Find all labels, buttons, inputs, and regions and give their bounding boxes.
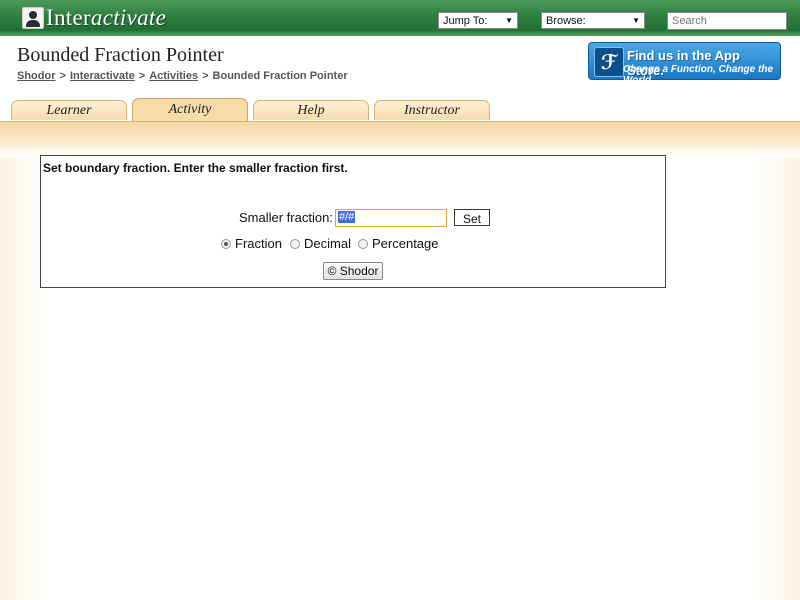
browse-select[interactable]: Browse: ▼ [541, 12, 645, 29]
radio-percentage-label: Percentage [372, 236, 439, 251]
content-header-band [0, 121, 800, 157]
app-store-banner[interactable]: ℱ Find us in the App Store. Change a Fun… [588, 42, 781, 86]
set-button[interactable]: Set [454, 209, 490, 226]
section-tabs: Learner Activity Help Instructor [0, 98, 800, 122]
top-navigation-bar: Interactivate Jump To: ▼ Browse: ▼ [0, 0, 800, 36]
applet-panel: Set boundary fraction. Enter the smaller… [40, 155, 666, 288]
top-bar-stripe [0, 31, 800, 36]
input-value: #/# [338, 211, 356, 223]
interactivate-logo[interactable]: Interactivate [22, 5, 166, 31]
shodor-copyright-button[interactable]: © Shodor [323, 262, 383, 280]
smaller-fraction-input[interactable]: #/# [335, 209, 447, 227]
tab-activity[interactable]: Activity [132, 98, 248, 122]
instruction-text: Set boundary fraction. Enter the smaller… [43, 161, 348, 175]
smaller-fraction-label: Smaller fraction: [239, 210, 333, 225]
radio-decimal-label: Decimal [304, 236, 351, 251]
search-input[interactable] [667, 12, 787, 30]
chevron-down-icon: ▼ [632, 16, 640, 25]
breadcrumb: Shodor > Interactivate > Activities > Bounded … [17, 70, 348, 82]
breadcrumb-separator: > [202, 70, 209, 82]
reader-book-icon [22, 7, 44, 29]
app-store-logo-icon: ℱ [594, 47, 624, 77]
chevron-down-icon: ▼ [505, 16, 513, 25]
breadcrumb-separator: > [59, 70, 66, 82]
tab-learner[interactable]: Learner [11, 100, 127, 120]
radio-button-icon [358, 238, 368, 249]
radio-fraction[interactable]: Fraction [221, 236, 282, 251]
tab-help[interactable]: Help [253, 100, 369, 120]
jump-to-select[interactable]: Jump To: ▼ [438, 12, 518, 29]
breadcrumb-link-activities[interactable]: Activities [149, 70, 198, 82]
radio-decimal[interactable]: Decimal [290, 236, 351, 251]
breadcrumb-link-shodor[interactable]: Shodor [17, 70, 56, 82]
radio-percentage[interactable]: Percentage [358, 236, 439, 251]
browse-label: Browse: [546, 14, 586, 27]
breadcrumb-current: Bounded Fraction Pointer [212, 70, 348, 82]
page-title: Bounded Fraction Pointer [17, 44, 224, 66]
radio-button-icon [290, 238, 300, 249]
jump-to-label: Jump To: [443, 14, 488, 27]
app-store-tagline: Change a Function, Change the World [623, 64, 774, 86]
logo-text: Interactivate [46, 5, 167, 30]
tab-instructor[interactable]: Instructor [374, 100, 490, 120]
breadcrumb-separator: > [138, 70, 146, 82]
radio-button-icon [221, 238, 231, 249]
breadcrumb-link-interactivate[interactable]: Interactivate [70, 70, 135, 82]
radio-fraction-label: Fraction [235, 236, 282, 251]
